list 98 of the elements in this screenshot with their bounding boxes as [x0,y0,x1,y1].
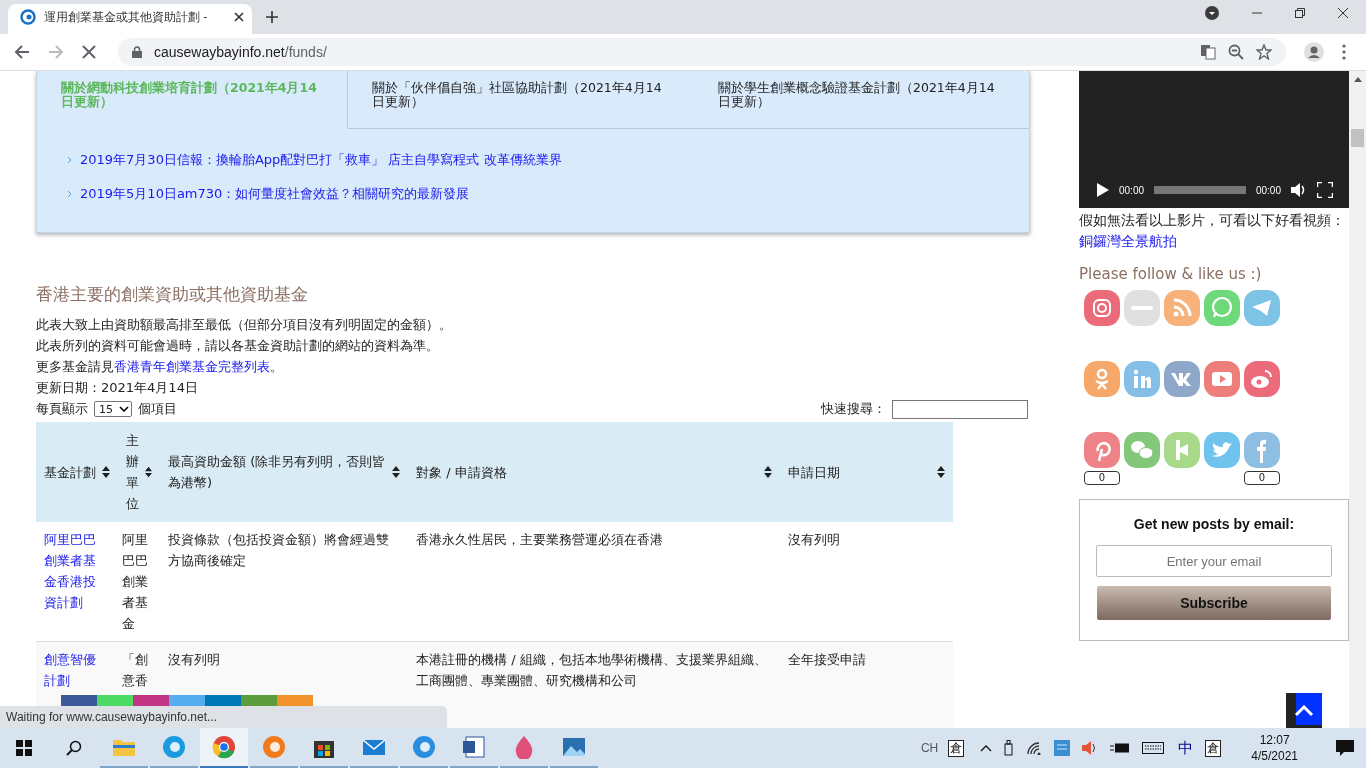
column-header[interactable]: 申請日期 [780,422,953,522]
zoom-icon[interactable] [1228,44,1244,60]
column-header[interactable]: 對象 / 申請資格 [408,422,780,522]
usb-icon[interactable] [1004,740,1015,756]
share-button[interactable] [241,695,277,707]
address-bar[interactable]: causewaybayinfo.net/funds/ [118,38,1286,66]
star-icon[interactable] [1256,44,1272,60]
share-count: 0 [1244,471,1280,485]
video-link[interactable]: 銅鑼灣全景航拍 [1079,233,1177,249]
fund-tab[interactable]: 關於「伙伴倡自強」社區協助計劃（2021年4月14日更新） [348,71,694,129]
sort-icon[interactable] [937,466,945,478]
section-heading: 香港主要的創業資助或其他資助基金 [36,283,309,306]
stop-icon[interactable] [82,45,96,59]
input-mode-text[interactable]: CH [920,741,939,755]
share-button[interactable] [205,695,241,707]
clock[interactable]: 12:07 4/5/2021 [1251,732,1298,764]
duration-time: 00:00 [1255,184,1281,196]
social-icon[interactable] [1163,360,1201,398]
url-text: causewaybayinfo.net/funds/ [154,44,327,60]
keyboard-icon[interactable] [1142,742,1165,754]
search-icon[interactable] [66,740,82,756]
sort-icon[interactable] [145,466,152,478]
table-cell-text: 全年接受申請 [788,651,867,669]
video-note: 假如無法看以上影片，可看以下好看視頻： [1079,211,1346,230]
table-cell-text: 香港永久性居民，主要業務營運必須在香港 [416,531,664,549]
caret-icon[interactable] [119,406,129,412]
menu-icon[interactable] [1342,44,1346,60]
close-icon[interactable] [234,12,244,22]
avatar-icon[interactable] [1304,42,1324,62]
fund-tab[interactable]: 關於學生創業概念驗證基金計劃（2021年4月14日更新） [694,71,1029,129]
updated-date: 更新日期：2021年4月14日 [36,379,199,397]
scroll-up-icon[interactable] [1353,77,1362,82]
sort-icon[interactable] [392,466,400,478]
wifi-icon[interactable] [1026,741,1043,755]
language-indicator[interactable]: 中 [1178,738,1194,758]
back-to-top-button[interactable] [1286,693,1322,728]
battery-icon[interactable] [1110,743,1131,753]
intro-text: 此表所列的資料可能會過時，請以各基金資助計劃的網站的資料為準。 [36,337,440,355]
table-cell-text: 本港註冊的機構 / 組織，包括本地學術機構、支援業界組織、工商團體、專業團體、研究機構和公司 [416,651,768,690]
elapsed-time: 00:00 [1119,184,1145,196]
social-icon[interactable] [1083,431,1121,469]
table-cell-text: 沒有列明 [788,531,841,549]
table-cell-text: 「創意香 [122,651,149,690]
site-icon [20,9,36,25]
play-icon[interactable] [1097,183,1109,197]
search-field[interactable] [892,399,1028,419]
column-header[interactable]: 主辦單位 [118,422,160,522]
notification-icon[interactable] [1336,740,1354,756]
chevron-icon [67,190,72,198]
scrollbar[interactable] [1349,71,1366,728]
follow-heading: Please follow & like us :) [1079,265,1263,283]
share-button[interactable] [133,695,169,707]
restore-icon[interactable] [1295,8,1305,18]
news-link[interactable]: 2019年5月10日am730：如何量度社會效益？相關研究的最新發展 [80,185,470,203]
page-size-label: 每頁顯示 [36,400,88,418]
volume-icon[interactable] [1291,183,1307,197]
subscribe-heading: Get new posts by email: [1133,516,1295,532]
social-icon[interactable] [1083,289,1121,327]
tab-title: 運用創業基金或其他資助計劃 - [44,8,209,26]
subscribe-button[interactable]: Subscribe [1097,586,1331,620]
email-field[interactable]: Enter your email [1096,545,1332,577]
social-icon[interactable] [1243,360,1281,398]
search-label: 快速搜尋： [821,400,886,418]
video-player[interactable]: 00:00 00:00 [1079,71,1349,208]
windows-icon[interactable] [16,740,32,756]
column-header[interactable]: 最高資助金額 (除非另有列明，否則皆為港幣) [160,422,408,522]
new-tab-icon[interactable] [266,11,278,23]
table-cell-text: 沒有列明 [168,651,221,669]
share-button[interactable] [61,695,97,707]
network-icon[interactable] [1054,740,1071,756]
table-cell-text: 阿里巴巴創業者基金 [122,531,149,633]
sort-icon[interactable] [102,466,110,478]
fullscreen-icon[interactable] [1317,182,1333,198]
intro-text: 此表大致上由資助額最高排至最低（但部分項目沒有列明固定的金額）。 [36,316,453,334]
lock-icon [132,46,142,58]
page-size-label: 個項目 [138,400,177,418]
news-link[interactable]: 2019年7月30日信報：換輪胎App配對巴打「救車」 店主自學寫程式 改革傳統業界 [80,151,562,169]
back-icon[interactable] [14,44,30,60]
social-icon[interactable] [1203,360,1241,398]
page-size-select[interactable]: 15 [94,401,132,417]
table-cell-text: 投資條款（包括投資金額）將會經過雙方協商後確定 [168,531,390,570]
fund-link[interactable]: 阿里巴巴創業者基金香港投資計劃 [44,529,104,613]
browser-icon[interactable] [200,728,248,768]
fund-list-link[interactable]: 香港青年創業基金完整列表 [114,359,270,374]
status-bubble: Waiting for www.causewaybayinfo.net... [0,706,447,728]
close-icon[interactable] [1338,8,1348,18]
scroll-thumb[interactable] [1351,129,1364,147]
chevron-icon [67,156,72,164]
input-method-icon[interactable]: 倉 [1205,739,1222,757]
browser-tab[interactable]: 運用創業基金或其他資助計劃 - [8,4,252,34]
intro-text: 更多基金請見香港青年創業基金完整列表。 [36,358,284,376]
fund-link[interactable]: 創意智優計劃 [44,649,104,691]
chevron-up-icon[interactable] [980,744,993,752]
share-count: 0 [1084,471,1120,485]
profile-menu-icon[interactable] [1205,6,1219,20]
input-method-icon[interactable]: 倉 [948,739,965,757]
sort-icon[interactable] [764,466,772,478]
column-header[interactable]: 基金計劃 [36,422,118,522]
